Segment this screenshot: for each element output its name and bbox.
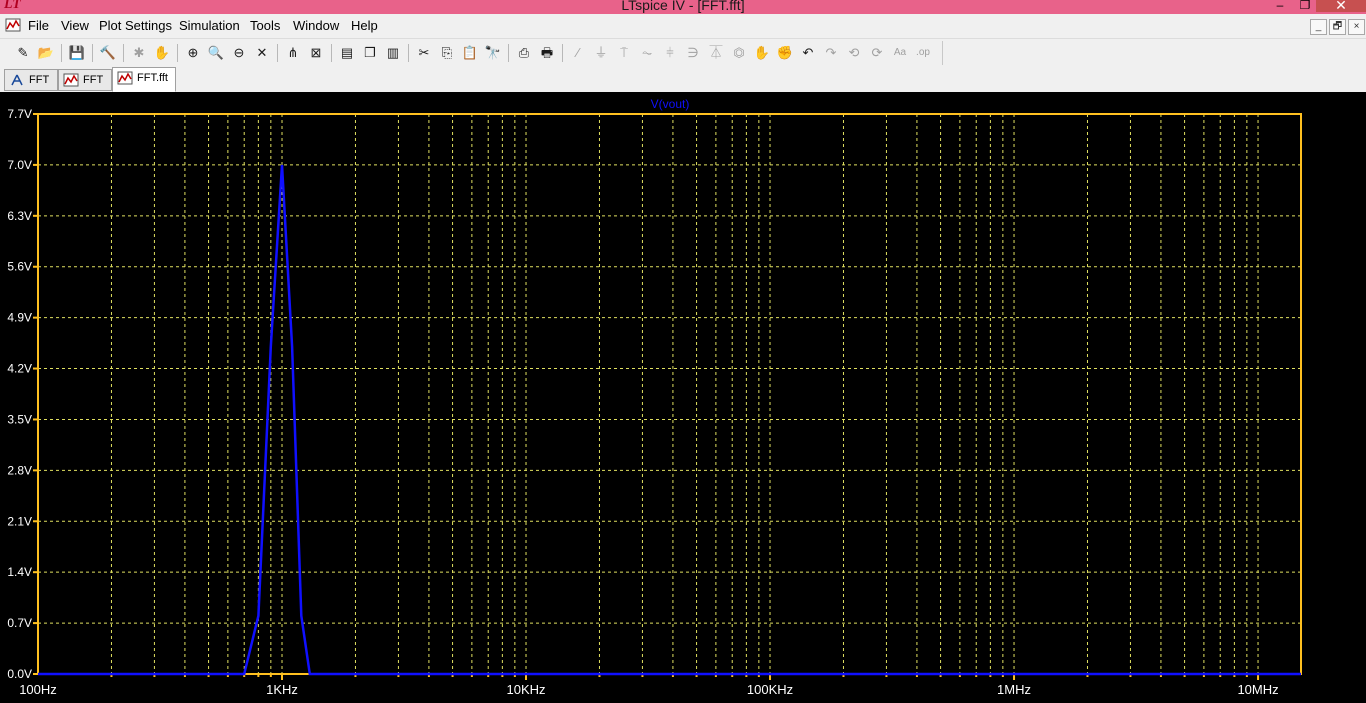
y-tick-label: 7.7V — [7, 107, 32, 121]
drag-icon[interactable]: ✊ — [776, 44, 794, 62]
zoom-out-icon[interactable]: ⊖ — [230, 44, 248, 62]
menu-file[interactable]: File — [28, 18, 49, 33]
y-tick-label: 4.2V — [7, 362, 32, 376]
minimize-window-button[interactable]: – — [1270, 0, 1290, 12]
new-schematic-icon[interactable]: ✎ — [14, 44, 32, 62]
x-tick-label: 10KHz — [506, 682, 545, 697]
zoom-in-icon[interactable]: ⊕ — [184, 44, 202, 62]
waveform-document-icon[interactable] — [5, 17, 21, 33]
menu-view[interactable]: View — [61, 18, 89, 33]
y-tick-label: 7.0V — [7, 158, 32, 172]
print-preview-icon[interactable]: ⎙ — [515, 44, 533, 62]
print-icon[interactable]: 🖶 — [538, 44, 556, 62]
toolbar-separator — [331, 44, 332, 62]
window-title: LTspice IV - [FFT.fft] — [621, 0, 745, 13]
x-tick-label: 100KHz — [747, 682, 793, 697]
x-tick-label: 1KHz — [266, 682, 298, 697]
label-net-icon[interactable]: ⍑ — [615, 44, 633, 62]
open-icon[interactable]: 📂 — [37, 44, 55, 62]
menu-tools[interactable]: Tools — [250, 18, 280, 33]
document-tab-bar: FFT FFT FFT.fft — [0, 67, 1366, 92]
find-icon[interactable]: 🔭 — [484, 44, 502, 62]
trace-label-vout[interactable]: V(vout) — [651, 97, 690, 111]
menu-window[interactable]: Window — [293, 18, 339, 33]
toolbar: ✎ 📂 💾 🔨 ✱ ✋ ⊕ 🔍 ⊖ ✕ ⋔ ⊠ ▤ ❐ ▥ ✂ ⎘ 📋 🔭 ⎙ 🖶 ∕ ⏚ ⍑ ⏦ ⫩ ∋ ⏄ ⏣ ✋ ✊ ↶ ↷ ⟲ ⟳ Aa .op — [0, 38, 1366, 68]
tab-fft-waveform[interactable]: FFT — [58, 69, 112, 91]
y-tick-label: 6.3V — [7, 209, 32, 223]
cut-icon[interactable]: ✂ — [415, 44, 433, 62]
y-tick-label: 2.8V — [7, 463, 32, 477]
menu-bar: File View Plot Settings Simulation Tools… — [0, 15, 1366, 37]
y-tick-label: 3.5V — [7, 412, 32, 426]
title-bar: LT LTspice IV - [FFT.fft] – ❐ ✕ — [0, 0, 1366, 14]
inductor-icon[interactable]: ∋ — [684, 44, 702, 62]
tab-fft-fft[interactable]: FFT.fft — [112, 67, 176, 92]
toolbar-separator — [61, 44, 62, 62]
spice-directive-icon[interactable]: .op — [914, 44, 932, 62]
tab-label: FFT.fft — [137, 72, 168, 84]
toolbar-separator — [92, 44, 93, 62]
zoom-area-icon[interactable]: 🔍 — [207, 44, 225, 62]
wire-icon[interactable]: ∕ — [569, 44, 587, 62]
restore-window-button[interactable]: ❐ — [1295, 0, 1315, 12]
fft-plot[interactable]: 0.0V 0.7V 1.4V 2.1V 2.8V 3.5V 4.2V 4.9V 5.6V 6.3V… — [0, 92, 1366, 703]
text-icon[interactable]: Aa — [891, 44, 909, 62]
tab-label: FFT — [29, 74, 50, 86]
rotate-icon[interactable]: ⟲ — [845, 44, 863, 62]
waveform-icon — [117, 71, 133, 85]
toolbar-buttons: ✎ 📂 💾 🔨 ✱ ✋ ⊕ 🔍 ⊖ ✕ ⋔ ⊠ ▤ ❐ ▥ ✂ ⎘ 📋 🔭 ⎙ 🖶 ∕ ⏚ ⍑ ⏦ ⫩ ∋ ⏄ ⏣ ✋ ✊ ↶ ↷ ⟲ ⟳ Aa .op — [8, 41, 943, 65]
toolbar-separator — [123, 44, 124, 62]
x-tick-label: 10MHz — [1237, 682, 1278, 697]
y-tick-label: 0.7V — [7, 616, 32, 630]
component-icon[interactable]: ⏣ — [730, 44, 748, 62]
run-icon[interactable]: ✱ — [130, 44, 148, 62]
close-window-button[interactable]: ✕ — [1316, 0, 1366, 13]
waveform-viewer[interactable]: 0.0V 0.7V 1.4V 2.1V 2.8V 3.5V 4.2V 4.9V 5.6V 6.3V… — [0, 92, 1366, 703]
capacitor-icon[interactable]: ⫩ — [661, 44, 679, 62]
mdi-restore-button[interactable]: 🗗 — [1329, 19, 1346, 35]
waveform-icon — [63, 73, 79, 87]
menu-help[interactable]: Help — [351, 18, 378, 33]
ground-icon[interactable]: ⏚ — [592, 44, 610, 62]
zoom-fit-icon[interactable]: ✕ — [253, 44, 271, 62]
schematic-icon — [11, 74, 23, 86]
y-tick-label: 0.0V — [7, 667, 32, 681]
toolbar-separator — [408, 44, 409, 62]
x-tick-label: 1MHz — [997, 682, 1031, 697]
tab-fft-schematic[interactable]: FFT — [4, 69, 58, 91]
undo-icon[interactable]: ↶ — [799, 44, 817, 62]
x-tick-label: 100Hz — [19, 682, 57, 697]
delete-trace-icon[interactable]: ⊠ — [307, 44, 325, 62]
toolbar-separator — [562, 44, 563, 62]
mdi-close-button[interactable]: × — [1348, 19, 1365, 35]
copy-icon[interactable]: ⎘ — [438, 44, 456, 62]
menu-simulation[interactable]: Simulation — [179, 18, 240, 33]
redo-icon[interactable]: ↷ — [822, 44, 840, 62]
y-tick-label: 5.6V — [7, 260, 32, 274]
y-tick-label: 2.1V — [7, 514, 32, 528]
tile-vertical-icon[interactable]: ▥ — [384, 44, 402, 62]
resistor-icon[interactable]: ⏦ — [638, 44, 656, 62]
mirror-icon[interactable]: ⟳ — [868, 44, 886, 62]
pan-icon[interactable]: ✋ — [153, 44, 171, 62]
y-tick-label: 4.9V — [7, 311, 32, 325]
menu-plot-settings[interactable]: Plot Settings — [99, 18, 172, 33]
cascade-icon[interactable]: ❐ — [361, 44, 379, 62]
toolbar-separator — [177, 44, 178, 62]
toolbar-separator — [277, 44, 278, 62]
tile-horizontal-icon[interactable]: ▤ — [338, 44, 356, 62]
save-icon[interactable]: 💾 — [68, 44, 86, 62]
autorange-icon[interactable]: ⋔ — [284, 44, 302, 62]
mdi-minimize-button[interactable]: _ — [1310, 19, 1327, 35]
diode-icon[interactable]: ⏄ — [707, 44, 725, 62]
control-panel-icon[interactable]: 🔨 — [99, 44, 117, 62]
move-icon[interactable]: ✋ — [753, 44, 771, 62]
toolbar-separator — [508, 44, 509, 62]
paste-icon[interactable]: 📋 — [461, 44, 479, 62]
tab-label: FFT — [83, 74, 104, 86]
y-tick-label: 1.4V — [7, 565, 32, 579]
